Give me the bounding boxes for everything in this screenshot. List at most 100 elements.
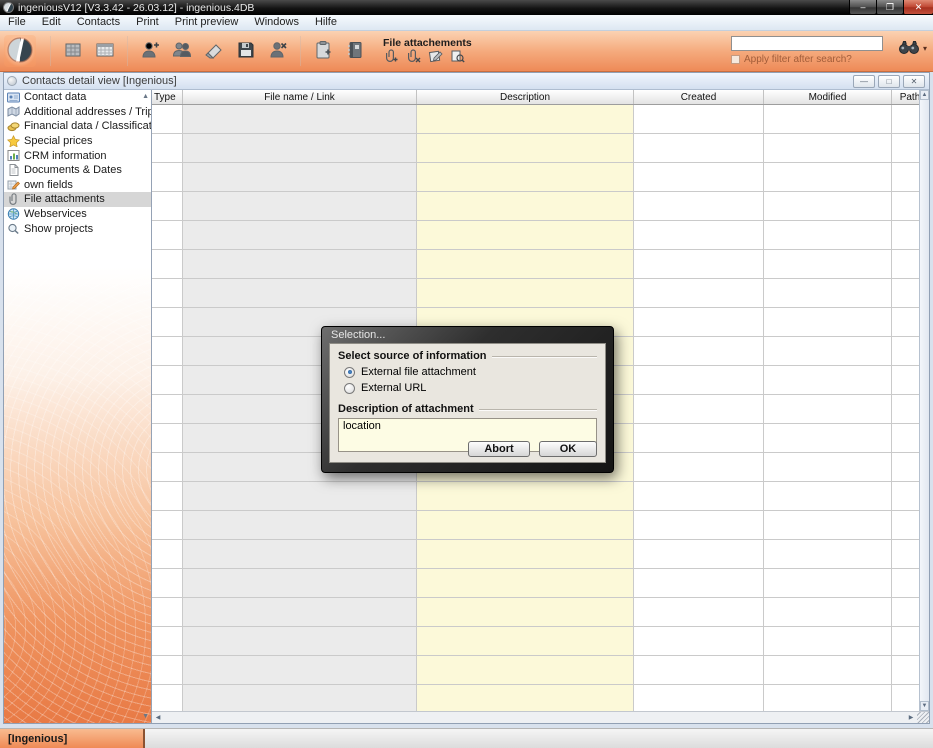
column-header-type[interactable]: Type <box>152 90 183 104</box>
menu-item-file[interactable]: File <box>0 16 34 28</box>
table-cell <box>764 569 892 597</box>
table-row[interactable] <box>152 656 919 685</box>
table-cell <box>183 656 417 684</box>
table-cell <box>634 395 764 423</box>
sidebar-scroll-down[interactable]: ▼ <box>142 713 149 720</box>
apply-filter-label: Apply filter after search? <box>744 54 852 65</box>
radio-button[interactable] <box>344 367 355 378</box>
document-window-icon <box>7 76 17 86</box>
search-dropdown-caret[interactable]: ▾ <box>923 44 927 53</box>
resize-grip[interactable] <box>917 712 929 723</box>
table-cell <box>183 221 417 249</box>
table-row[interactable] <box>152 569 919 598</box>
abort-button[interactable]: Abort <box>468 441 530 457</box>
sidebar-item-label: Documents & Dates <box>24 164 122 176</box>
delete-contact-button[interactable] <box>264 37 292 65</box>
table-cell <box>183 105 417 133</box>
table-row[interactable] <box>152 221 919 250</box>
horizontal-scrollbar[interactable]: ◀ ▶ <box>152 711 929 723</box>
table-cell <box>892 453 919 481</box>
menubar: FileEditContactsPrintPrint previewWindow… <box>0 15 933 31</box>
menu-item-contacts[interactable]: Contacts <box>69 16 128 28</box>
sidebar-item-label: own fields <box>24 179 73 191</box>
menu-item-print[interactable]: Print <box>128 16 167 28</box>
radio-option-external-file-attachment[interactable]: External file attachment <box>344 366 597 378</box>
sidebar-item-label: Additional addresses / Trips <box>24 106 152 118</box>
delete-attachment-icon <box>406 49 421 66</box>
table-cell <box>634 163 764 191</box>
sidebar-item-webservices[interactable]: Webservices <box>4 207 151 222</box>
column-header-description[interactable]: Description <box>417 90 634 104</box>
sidebar-item-documents-dates[interactable]: Documents & Dates <box>4 163 151 178</box>
radio-button[interactable] <box>344 383 355 394</box>
table-row[interactable] <box>152 105 919 134</box>
address-book-button[interactable] <box>341 37 369 65</box>
app-logo-icon <box>3 2 14 13</box>
sidebar-item-show-projects[interactable]: Show projects <box>4 221 151 236</box>
table-row[interactable] <box>152 250 919 279</box>
table-cell <box>417 627 634 655</box>
ingenious-logo-button[interactable] <box>4 35 36 67</box>
preview-attachment-button[interactable] <box>449 50 466 65</box>
search-input[interactable] <box>731 36 883 51</box>
radio-option-external-url[interactable]: External URL <box>344 382 597 394</box>
doc-minimize-button[interactable]: — <box>853 75 875 88</box>
column-header-created[interactable]: Created <box>634 90 764 104</box>
minimize-button[interactable]: – <box>849 0 876 14</box>
doc-maximize-button[interactable]: □ <box>878 75 900 88</box>
trips-icon <box>7 106 20 118</box>
search-binoculars-button[interactable] <box>898 39 920 58</box>
table-row[interactable] <box>152 685 919 711</box>
grid-view-button[interactable] <box>59 37 87 65</box>
sidebar-item-special-prices[interactable]: Special prices <box>4 134 151 149</box>
scroll-right-button[interactable]: ▶ <box>905 712 917 723</box>
save-button[interactable] <box>232 37 260 65</box>
table-row[interactable] <box>152 540 919 569</box>
sidebar-item-additional-addresses-trips[interactable]: Additional addresses / Trips <box>4 105 151 120</box>
table-row[interactable] <box>152 192 919 221</box>
scroll-left-button[interactable]: ◀ <box>152 712 164 723</box>
menu-item-print-preview[interactable]: Print preview <box>167 16 247 28</box>
table-row[interactable] <box>152 163 919 192</box>
contacts-button[interactable] <box>168 37 196 65</box>
table-row[interactable] <box>152 134 919 163</box>
add-attachment-button[interactable] <box>383 50 400 65</box>
calendar-view-button[interactable] <box>91 37 119 65</box>
menu-item-windows[interactable]: Windows <box>246 16 307 28</box>
column-header-file-name-link[interactable]: File name / Link <box>183 90 417 104</box>
table-cell <box>152 279 183 307</box>
add-contact-button[interactable] <box>136 37 164 65</box>
clipboard-add-button[interactable] <box>309 37 337 65</box>
sidebar-scroll-up[interactable]: ▲ <box>142 93 149 100</box>
table-row[interactable] <box>152 627 919 656</box>
menu-item-edit[interactable]: Edit <box>34 16 69 28</box>
sidebar-item-crm-information[interactable]: CRM information <box>4 148 151 163</box>
table-cell <box>892 395 919 423</box>
table-row[interactable] <box>152 511 919 540</box>
sidebar-item-file-attachments[interactable]: File attachments <box>4 192 151 207</box>
apply-filter-checkbox[interactable] <box>731 55 740 64</box>
table-row[interactable] <box>152 598 919 627</box>
table-row[interactable] <box>152 482 919 511</box>
sidebar-item-contact-data[interactable]: Contact data <box>4 90 151 105</box>
doc-close-button[interactable]: ✕ <box>903 75 925 88</box>
document-titlebar[interactable]: Contacts detail view [Ingenious] — □ ✕ <box>4 73 929 90</box>
scroll-up-button[interactable]: ▲ <box>920 90 929 100</box>
sidebar-item-own-fields[interactable]: own fields <box>4 178 151 193</box>
scroll-down-button[interactable]: ▼ <box>920 701 929 711</box>
maximize-button[interactable]: ❐ <box>876 0 903 14</box>
ok-button[interactable]: OK <box>539 441 597 457</box>
table-cell <box>183 627 417 655</box>
delete-attachment-button[interactable] <box>405 50 422 65</box>
menu-item-hilfe[interactable]: Hilfe <box>307 16 345 28</box>
column-header-modified[interactable]: Modified <box>764 90 892 104</box>
sidebar-item-financial-data-classification[interactable]: Financial data / Classification <box>4 119 151 134</box>
vertical-scrollbar[interactable]: ▲ ▼ <box>919 90 929 711</box>
eraser-button[interactable] <box>200 37 228 65</box>
table-header: TypeFile name / LinkDescriptionCreatedMo… <box>152 90 929 105</box>
close-button[interactable]: ✕ <box>903 0 933 14</box>
document-window-controls: — □ ✕ <box>853 75 925 88</box>
table-row[interactable] <box>152 279 919 308</box>
table-cell <box>634 308 764 336</box>
edit-attachment-button[interactable] <box>427 50 444 65</box>
